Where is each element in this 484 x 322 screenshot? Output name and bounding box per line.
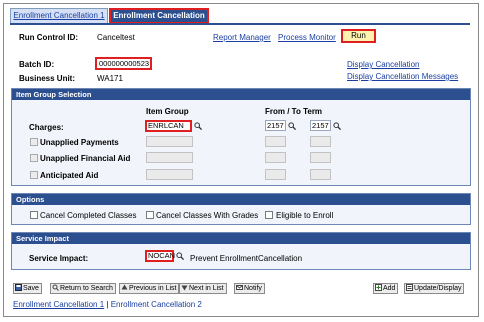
item-group-section-title: Item Group Selection [12,89,470,100]
anticipated-aid-label: Anticipated Aid [40,171,99,180]
previous-in-list-button[interactable]: Previous in List [119,283,180,294]
options-section: Options [11,193,471,225]
service-impact-label: Service Impact: [29,254,89,263]
tab-enrollment-cancellation-1[interactable]: Enrollment Cancellation 1 [10,8,108,24]
service-impact-section-title: Service Impact [12,233,470,244]
display-cancellation-link[interactable]: Display Cancellation [347,60,419,69]
notify-label: Notify [244,285,262,292]
cancel-completed-classes-checkbox[interactable] [30,211,38,219]
run-button[interactable]: Run [341,29,376,43]
cancel-classes-with-grades-checkbox[interactable] [146,211,154,219]
unapplied-payments-from-term-input [265,136,286,147]
run-control-value: Canceltest [97,33,135,42]
charges-to-term-search-icon[interactable] [333,122,341,130]
tab-underline [10,23,470,25]
anticipated-aid-checkbox[interactable] [30,171,38,179]
anticipated-aid-item-group-input [146,169,193,180]
charges-label: Charges: [29,123,64,132]
save-icon [15,284,22,291]
business-unit-label: Business Unit: [19,74,76,83]
unapplied-financial-aid-from-term-input [265,152,286,163]
service-impact-input[interactable]: NOCAN [145,250,175,262]
service-impact-description: Prevent EnrollmentCancellation [190,254,303,263]
unapplied-payments-label: Unapplied Payments [40,138,119,147]
return-to-search-label: Return to Search [60,285,113,292]
footer-link-enrollment-cancellation-2[interactable]: Enrollment Cancellation 2 [111,300,202,309]
unapplied-financial-aid-to-term-input [310,152,331,163]
footer-link-enrollment-cancellation-1[interactable]: Enrollment Cancellation 1 [13,300,104,309]
notify-button[interactable]: Notify [234,283,265,294]
footer-links: Enrollment Cancellation 1 | Enrollment C… [13,300,202,309]
cancel-completed-classes-label: Cancel Completed Classes [40,211,137,220]
save-button-label: Save [23,285,39,292]
eligible-to-enroll-label: Eligible to Enroll [276,211,334,220]
add-icon [375,284,382,291]
eligible-to-enroll-checkbox[interactable] [265,211,273,219]
arrow-up-icon [121,284,128,290]
charges-to-term-input[interactable]: 2157 [310,120,331,131]
report-manager-link[interactable]: Report Manager [213,33,271,42]
return-to-search-icon [52,284,59,291]
service-impact-search-icon[interactable] [176,252,184,260]
charges-item-group-input[interactable]: ENRLCAN [145,120,192,132]
unapplied-financial-aid-item-group-input [146,152,193,163]
save-button[interactable]: Save [13,283,42,294]
run-control-label: Run Control ID: [19,33,79,42]
unapplied-payments-to-term-input [310,136,331,147]
options-section-title: Options [12,194,470,205]
update-display-label: Update/Display [414,285,462,292]
unapplied-payments-checkbox[interactable] [30,138,38,146]
update-display-icon [406,284,413,291]
display-cancellation-messages-link[interactable]: Display Cancellation Messages [347,72,458,81]
unapplied-financial-aid-label: Unapplied Financial Aid [40,154,131,163]
arrow-down-icon [181,285,188,291]
anticipated-aid-from-term-input [265,169,286,180]
batch-id-value: 000000000523 [95,57,152,70]
next-in-list-button[interactable]: Next in List [179,283,227,294]
unapplied-payments-item-group-input [146,136,193,147]
business-unit-value: WA171 [97,74,123,83]
charges-from-term-search-icon[interactable] [288,122,296,130]
notify-icon [236,285,243,290]
batch-id-label: Batch ID: [19,60,55,69]
previous-in-list-label: Previous in List [129,285,177,292]
unapplied-financial-aid-checkbox[interactable] [30,154,38,162]
tab-enrollment-cancellation-2[interactable]: Enrollment Cancellation 2 [109,8,209,32]
process-monitor-link[interactable]: Process Monitor [278,33,336,42]
cancel-classes-with-grades-label: Cancel Classes With Grades [156,211,259,220]
next-in-list-label: Next in List [189,285,224,292]
anticipated-aid-to-term-input [310,169,331,180]
add-button[interactable]: Add [373,283,399,294]
update-display-button[interactable]: Update/Display [404,283,465,294]
item-group-column-header: Item Group [146,107,189,116]
charges-item-group-search-icon[interactable] [194,122,202,130]
charges-from-term-input[interactable]: 2157 [265,120,286,131]
add-label: Add [383,285,396,292]
from-to-term-column-header: From / To Term [265,107,323,116]
service-impact-section: Service Impact [11,232,471,270]
return-to-search-button[interactable]: Return to Search [50,283,116,294]
